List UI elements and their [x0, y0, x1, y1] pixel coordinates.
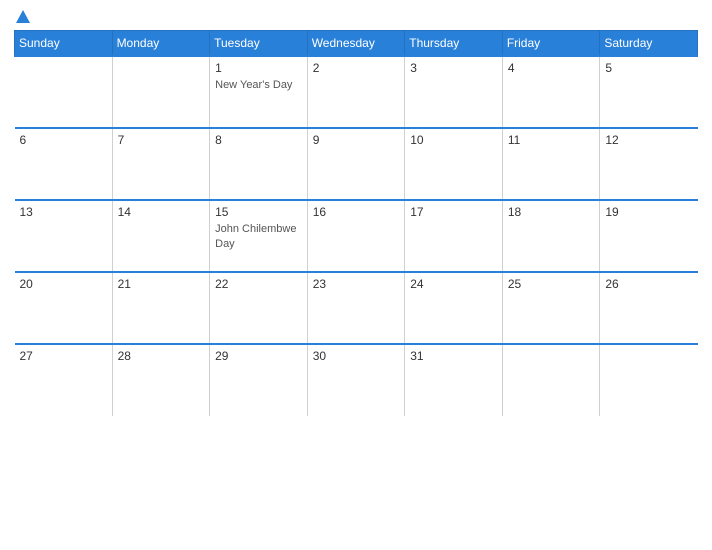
day-number: 6: [20, 133, 107, 147]
calendar-day-cell: 17: [405, 200, 503, 272]
calendar-day-cell: 5: [600, 56, 698, 128]
day-number: 14: [118, 205, 205, 219]
calendar-table: SundayMondayTuesdayWednesdayThursdayFrid…: [14, 30, 698, 416]
calendar-day-cell: 28: [112, 344, 210, 416]
calendar-day-cell: 24: [405, 272, 503, 344]
day-number: 28: [118, 349, 205, 363]
logo-triangle-icon: [16, 10, 30, 23]
day-number: 29: [215, 349, 302, 363]
calendar-week-row: 1 New Year's Day 2345: [15, 56, 698, 128]
calendar-day-cell: 30: [307, 344, 405, 416]
calendar-day-cell: 12: [600, 128, 698, 200]
weekday-header: Thursday: [405, 31, 503, 57]
calendar-day-cell: 21: [112, 272, 210, 344]
calendar-day-cell: 14: [112, 200, 210, 272]
day-number: 11: [508, 133, 595, 147]
calendar-day-cell: 27: [15, 344, 113, 416]
calendar-week-row: 6789 10 11 12: [15, 128, 698, 200]
calendar-day-cell: [502, 344, 600, 416]
calendar-day-cell: [600, 344, 698, 416]
day-number: 30: [313, 349, 400, 363]
calendar-day-cell: 31: [405, 344, 503, 416]
day-number: 20: [20, 277, 107, 291]
calendar-day-cell: 18: [502, 200, 600, 272]
day-number: 16: [313, 205, 400, 219]
day-number: 1: [215, 61, 302, 75]
day-number: 25: [508, 277, 595, 291]
day-number: 13: [20, 205, 107, 219]
calendar-week-row: 27 28 29 30 31: [15, 344, 698, 416]
day-number: 8: [215, 133, 302, 147]
day-number: 2: [313, 61, 400, 75]
calendar-day-cell: 19: [600, 200, 698, 272]
calendar-day-cell: 4: [502, 56, 600, 128]
calendar-week-row: 13 14 15 John Chilembwe Day 16 17 18 19: [15, 200, 698, 272]
day-number: 4: [508, 61, 595, 75]
calendar-header-row: SundayMondayTuesdayWednesdayThursdayFrid…: [15, 31, 698, 57]
calendar-day-cell: 7: [112, 128, 210, 200]
day-number: 5: [605, 61, 692, 75]
day-number: 24: [410, 277, 497, 291]
day-number: 26: [605, 277, 692, 291]
calendar-day-cell: 3: [405, 56, 503, 128]
calendar-day-cell: 25: [502, 272, 600, 344]
calendar-day-cell: [15, 56, 113, 128]
day-number: 12: [605, 133, 692, 147]
calendar-day-cell: 8: [210, 128, 308, 200]
day-number: 17: [410, 205, 497, 219]
calendar-week-row: 20 21 22 23 24 25 26: [15, 272, 698, 344]
day-number: 7: [118, 133, 205, 147]
calendar-page: SundayMondayTuesdayWednesdayThursdayFrid…: [0, 0, 712, 550]
day-number: 18: [508, 205, 595, 219]
day-number: 22: [215, 277, 302, 291]
day-number: 15: [215, 205, 302, 219]
day-number: 19: [605, 205, 692, 219]
calendar-day-cell: 29: [210, 344, 308, 416]
calendar-day-cell: 13: [15, 200, 113, 272]
calendar-day-cell: 26: [600, 272, 698, 344]
weekday-header: Tuesday: [210, 31, 308, 57]
calendar-day-cell: 6: [15, 128, 113, 200]
day-number: 27: [20, 349, 107, 363]
holiday-label: John Chilembwe Day: [215, 223, 296, 250]
calendar-header: [14, 10, 698, 24]
calendar-day-cell: 23: [307, 272, 405, 344]
day-number: 21: [118, 277, 205, 291]
day-number: 31: [410, 349, 497, 363]
day-number: 3: [410, 61, 497, 75]
day-number: 10: [410, 133, 497, 147]
calendar-day-cell: 22: [210, 272, 308, 344]
weekday-header: Monday: [112, 31, 210, 57]
weekday-header: Wednesday: [307, 31, 405, 57]
logo: [14, 10, 30, 24]
weekday-header: Saturday: [600, 31, 698, 57]
calendar-day-cell: 10: [405, 128, 503, 200]
calendar-day-cell: 16: [307, 200, 405, 272]
calendar-day-cell: 20: [15, 272, 113, 344]
calendar-day-cell: [112, 56, 210, 128]
calendar-day-cell: 9: [307, 128, 405, 200]
calendar-day-cell: 15 John Chilembwe Day: [210, 200, 308, 272]
calendar-day-cell: 2: [307, 56, 405, 128]
weekday-header: Sunday: [15, 31, 113, 57]
calendar-day-cell: 1 New Year's Day: [210, 56, 308, 128]
day-number: 23: [313, 277, 400, 291]
calendar-day-cell: 11: [502, 128, 600, 200]
holiday-label: New Year's Day: [215, 79, 292, 91]
weekday-header: Friday: [502, 31, 600, 57]
day-number: 9: [313, 133, 400, 147]
